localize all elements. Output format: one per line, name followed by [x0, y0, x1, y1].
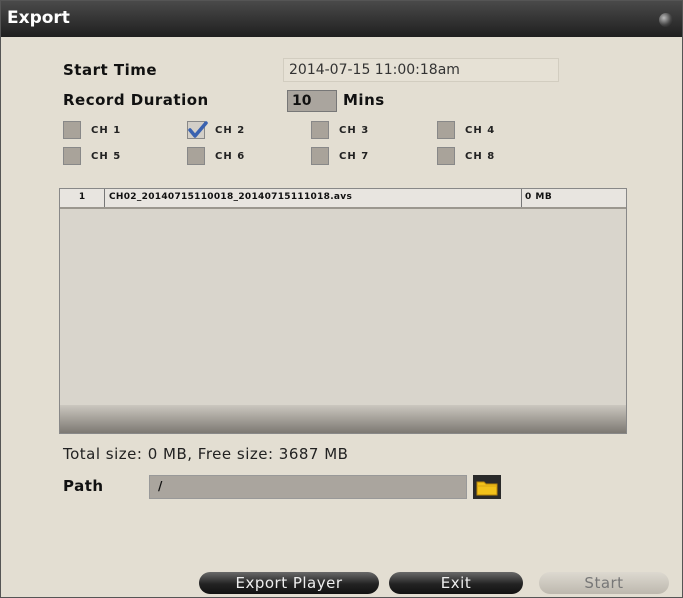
- folder-icon: [476, 481, 498, 496]
- ch5-label: CH 5: [91, 151, 122, 162]
- ch7-checkbox[interactable]: [311, 147, 329, 165]
- dialog-title: Export: [7, 8, 70, 28]
- file-size: 0 MB: [525, 192, 553, 202]
- checkmark-icon: [188, 121, 208, 138]
- ch6-checkbox[interactable]: [187, 147, 205, 165]
- ch6-label: CH 6: [215, 151, 246, 162]
- ch8-checkbox[interactable]: [437, 147, 455, 165]
- ch4-checkbox[interactable]: [437, 121, 455, 139]
- export-player-button[interactable]: Export Player: [199, 572, 379, 594]
- exit-button[interactable]: Exit: [389, 572, 523, 594]
- start-time-field[interactable]: 2014-07-15 11:00:18am: [283, 58, 559, 82]
- file-name: CH02_20140715110018_20140715111018.avs: [106, 189, 522, 207]
- path-input[interactable]: /: [149, 475, 467, 499]
- file-index: 1: [60, 189, 105, 207]
- horizontal-scrollbar[interactable]: [60, 405, 626, 433]
- file-list[interactable]: 1 CH02_20140715110018_20140715111018.avs…: [59, 188, 627, 434]
- ch4-label: CH 4: [465, 125, 496, 136]
- duration-input[interactable]: 10: [287, 90, 337, 112]
- size-summary: Total size: 0 MB, Free size: 3687 MB: [63, 445, 349, 463]
- export-dialog: Export Start Time 2014-07-15 11:00:18am …: [0, 0, 683, 598]
- path-label: Path: [63, 477, 104, 495]
- ch2-checkbox[interactable]: [187, 121, 208, 139]
- title-bar: Export: [1, 1, 682, 37]
- list-item[interactable]: 1 CH02_20140715110018_20140715111018.avs…: [60, 189, 626, 209]
- duration-unit-label: Mins: [343, 91, 385, 109]
- ch3-label: CH 3: [339, 125, 370, 136]
- ch1-label: CH 1: [91, 125, 122, 136]
- start-time-label: Start Time: [63, 61, 158, 79]
- close-icon[interactable]: [659, 13, 673, 27]
- ch8-label: CH 8: [465, 151, 496, 162]
- ch7-label: CH 7: [339, 151, 370, 162]
- ch2-label: CH 2: [215, 125, 246, 136]
- ch5-checkbox[interactable]: [63, 147, 81, 165]
- start-button[interactable]: Start: [539, 572, 669, 594]
- folder-button[interactable]: [473, 475, 501, 499]
- ch3-checkbox[interactable]: [311, 121, 329, 139]
- ch1-checkbox[interactable]: [63, 121, 81, 139]
- record-duration-label: Record Duration: [63, 91, 209, 109]
